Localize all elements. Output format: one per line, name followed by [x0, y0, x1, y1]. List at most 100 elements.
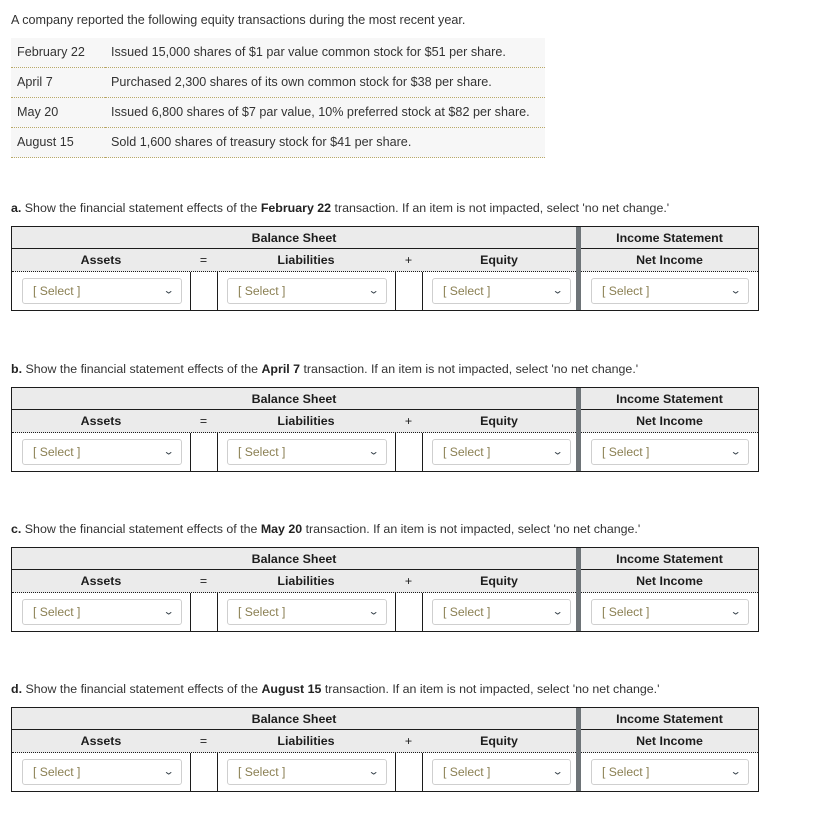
net-income-select-value-c: [ Select ]: [602, 605, 650, 619]
grid-header-sub-c: Assets = Liabilities + Equity Net Income: [12, 570, 758, 593]
equity-select-value-b: [ Select ]: [443, 445, 491, 459]
net-income-select-a[interactable]: [ Select ] ⌄: [591, 278, 749, 304]
effects-grid-d: Balance Sheet Income Statement Assets = …: [11, 707, 759, 792]
assets-select-a[interactable]: [ Select ] ⌄: [22, 278, 182, 304]
header-income-statement: Income Statement: [616, 711, 723, 726]
chevron-down-icon: ⌄: [729, 285, 742, 296]
assets-select-c[interactable]: [ Select ] ⌄: [22, 599, 182, 625]
header-equals-sign: =: [199, 253, 208, 267]
table-row: August 15 Sold 1,600 shares of treasury …: [11, 128, 545, 158]
equity-select-value-c: [ Select ]: [443, 605, 491, 619]
assets-select-b[interactable]: [ Select ] ⌄: [22, 439, 182, 465]
net-income-select-value-a: [ Select ]: [602, 284, 650, 298]
chevron-down-icon: ⌄: [729, 446, 742, 457]
header-net-income: Net Income: [636, 574, 703, 588]
net-income-select-c[interactable]: [ Select ] ⌄: [591, 599, 749, 625]
column-rule: [190, 753, 191, 791]
section-b-prompt: b. Show the financial statement effects …: [11, 361, 638, 377]
section-b-suffix: transaction. If an item is not impacted,…: [300, 362, 639, 376]
liabilities-select-wrap-b: [ Select ] ⌄: [227, 439, 387, 465]
assets-select-d[interactable]: [ Select ] ⌄: [22, 759, 182, 785]
header-plus-sign: +: [404, 414, 413, 428]
liabilities-select-c[interactable]: [ Select ] ⌄: [227, 599, 387, 625]
assets-select-wrap-b: [ Select ] ⌄: [22, 439, 182, 465]
equity-select-value-d: [ Select ]: [443, 765, 491, 779]
balance-income-divider: [576, 227, 581, 310]
equity-select-wrap-d: [ Select ] ⌄: [432, 759, 571, 785]
transaction-description: Issued 6,800 shares of $7 par value, 10%…: [111, 105, 530, 119]
chevron-down-icon: ⌄: [551, 606, 564, 617]
section-d-prefix: Show the financial statement effects of …: [22, 682, 262, 696]
table-row: April 7 Purchased 2,300 shares of its ow…: [11, 68, 545, 98]
column-rule: [217, 433, 218, 471]
header-liabilities: Liabilities: [277, 734, 335, 748]
header-assets: Assets: [80, 734, 122, 748]
transaction-date: May 20: [17, 105, 59, 119]
transaction-description: Issued 15,000 shares of $1 par value com…: [111, 45, 506, 59]
liabilities-select-a[interactable]: [ Select ] ⌄: [227, 278, 387, 304]
table-row: February 22 Issued 15,000 shares of $1 p…: [11, 38, 545, 68]
equity-select-wrap-a: [ Select ] ⌄: [432, 278, 571, 304]
transaction-description: Sold 1,600 shares of treasury stock for …: [111, 135, 412, 149]
header-liabilities: Liabilities: [277, 574, 335, 588]
section-c-transaction: May 20: [260, 522, 303, 536]
liabilities-select-d[interactable]: [ Select ] ⌄: [227, 759, 387, 785]
section-d-suffix: transaction. If an item is not impacted,…: [321, 682, 660, 696]
section-d-letter: d.: [11, 682, 23, 696]
liabilities-select-wrap-d: [ Select ] ⌄: [227, 759, 387, 785]
header-assets: Assets: [80, 574, 122, 588]
equity-select-d[interactable]: [ Select ] ⌄: [432, 759, 571, 785]
balance-income-divider: [576, 548, 581, 631]
grid-header-top-d: Balance Sheet Income Statement: [12, 708, 758, 730]
equity-select-wrap-c: [ Select ] ⌄: [432, 599, 571, 625]
section-a-prefix: Show the financial statement effects of …: [21, 201, 261, 215]
column-rule: [422, 753, 423, 791]
liabilities-select-wrap-c: [ Select ] ⌄: [227, 599, 387, 625]
balance-income-divider: [576, 708, 581, 791]
header-income-statement: Income Statement: [616, 391, 723, 406]
header-assets: Assets: [80, 414, 122, 428]
column-rule: [422, 433, 423, 471]
net-income-select-d[interactable]: [ Select ] ⌄: [591, 759, 749, 785]
column-rule: [395, 433, 396, 471]
header-liabilities: Liabilities: [277, 253, 335, 267]
chevron-down-icon: ⌄: [367, 606, 380, 617]
column-rule: [217, 593, 218, 631]
net-income-select-b[interactable]: [ Select ] ⌄: [591, 439, 749, 465]
liabilities-select-b[interactable]: [ Select ] ⌄: [227, 439, 387, 465]
equity-select-wrap-b: [ Select ] ⌄: [432, 439, 571, 465]
liabilities-select-value-c: [ Select ]: [238, 605, 286, 619]
grid-body-c: [ Select ] ⌄ [ Select ] ⌄ [ Select ] ⌄ […: [12, 593, 758, 631]
balance-income-divider: [576, 388, 581, 471]
header-equals-sign: =: [199, 734, 208, 748]
section-a-letter: a.: [11, 201, 22, 215]
section-c-prefix: Show the financial statement effects of …: [21, 522, 261, 536]
header-equity: Equity: [480, 574, 518, 588]
equity-select-c[interactable]: [ Select ] ⌄: [432, 599, 571, 625]
chevron-down-icon: ⌄: [367, 285, 380, 296]
column-rule: [217, 753, 218, 791]
equity-select-b[interactable]: [ Select ] ⌄: [432, 439, 571, 465]
header-net-income: Net Income: [636, 734, 703, 748]
header-equity: Equity: [480, 253, 518, 267]
chevron-down-icon: ⌄: [162, 285, 175, 296]
section-b-prefix: Show the financial statement effects of …: [22, 362, 262, 376]
liabilities-select-value-d: [ Select ]: [238, 765, 286, 779]
table-row: May 20 Issued 6,800 shares of $7 par val…: [11, 98, 545, 128]
chevron-down-icon: ⌄: [162, 606, 175, 617]
section-c-suffix: transaction. If an item is not impacted,…: [302, 522, 641, 536]
equity-select-value-a: [ Select ]: [443, 284, 491, 298]
net-income-select-wrap-a: [ Select ] ⌄: [591, 278, 749, 304]
section-c-letter: c.: [11, 522, 22, 536]
column-rule: [190, 272, 191, 310]
section-b-letter: b.: [11, 362, 23, 376]
assets-select-wrap-a: [ Select ] ⌄: [22, 278, 182, 304]
chevron-down-icon: ⌄: [162, 446, 175, 457]
equity-select-a[interactable]: [ Select ] ⌄: [432, 278, 571, 304]
column-rule: [422, 593, 423, 631]
header-balance-sheet: Balance Sheet: [251, 551, 337, 566]
transaction-date: August 15: [17, 135, 74, 149]
effects-grid-c: Balance Sheet Income Statement Assets = …: [11, 547, 759, 632]
chevron-down-icon: ⌄: [367, 446, 380, 457]
section-d-transaction: August 15: [261, 682, 322, 696]
